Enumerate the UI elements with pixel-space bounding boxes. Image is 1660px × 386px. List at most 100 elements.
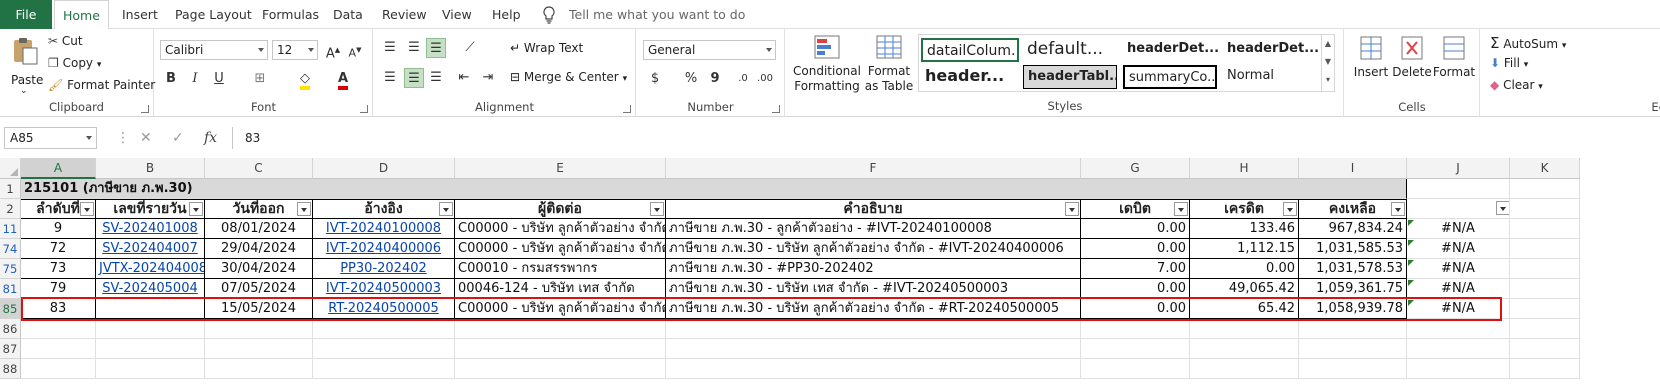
fill-color-icon[interactable]: ◇ <box>295 69 315 90</box>
empty-cell[interactable] <box>666 319 1081 339</box>
header-journal[interactable]: เลขที่รายวัน <box>96 199 205 219</box>
cell-contact[interactable]: C00010 - กรมสรรพากร <box>455 259 666 279</box>
empty-cell[interactable] <box>1510 179 1580 199</box>
wrap-text-button[interactable]: ↵ Wrap Text <box>510 41 583 55</box>
cell-journal[interactable]: SV-202405004 <box>96 279 205 299</box>
format-as-table-button[interactable]: Format as Table <box>862 34 916 104</box>
column-header-c[interactable]: C <box>205 158 313 179</box>
cell-desc[interactable]: ภาษีขาย ภ.พ.30 - #PP30-202402 <box>666 259 1081 279</box>
column-header-g[interactable]: G <box>1081 158 1190 179</box>
paste-button[interactable]: Paste ⌄ <box>8 34 43 104</box>
empty-cell[interactable] <box>1407 319 1510 339</box>
cancel-icon[interactable]: ✕ <box>140 127 152 149</box>
filter-dropdown-icon[interactable] <box>1065 202 1079 216</box>
cell-debit[interactable]: 0.00 <box>1081 279 1190 299</box>
column-header-e[interactable]: E <box>455 158 666 179</box>
empty-cell[interactable] <box>1510 319 1580 339</box>
cell-date[interactable]: 30/04/2024 <box>205 259 313 279</box>
style-summary-column[interactable]: summaryCo... <box>1123 65 1217 89</box>
cell-j[interactable]: #N/A <box>1407 259 1510 279</box>
cell-seq[interactable]: 73 <box>21 259 96 279</box>
empty-cell[interactable] <box>455 319 666 339</box>
font-name-select[interactable]: Calibri <box>160 40 268 60</box>
empty-cell[interactable] <box>1510 279 1580 299</box>
filter-dropdown-icon[interactable] <box>80 202 94 216</box>
cell-date[interactable]: 07/05/2024 <box>205 279 313 299</box>
font-color-icon[interactable]: A <box>333 69 353 90</box>
empty-cell[interactable] <box>1510 199 1580 219</box>
empty-cell[interactable] <box>666 359 1081 379</box>
empty-cell[interactable] <box>1510 359 1580 379</box>
tab-view[interactable]: View <box>434 0 480 29</box>
style-header[interactable]: header... <box>921 65 1019 89</box>
empty-cell[interactable] <box>205 359 313 379</box>
clear-button[interactable]: ◆ Clear ▾ <box>1490 78 1543 92</box>
row-header-74[interactable]: 74 <box>0 239 21 259</box>
column-header-h[interactable]: H <box>1190 158 1299 179</box>
empty-cell[interactable] <box>1299 359 1407 379</box>
cell-credit[interactable]: 1,112.15 <box>1190 239 1299 259</box>
alignment-launcher-icon[interactable] <box>623 105 631 113</box>
bold-button[interactable]: B <box>161 69 181 89</box>
empty-cell[interactable] <box>1190 359 1299 379</box>
empty-cell[interactable] <box>96 319 205 339</box>
cell-journal[interactable]: JVTX-202404008 <box>96 259 205 279</box>
copy-button[interactable]: ❐ Copy ▾ <box>48 56 101 70</box>
increase-decimal-icon[interactable]: .0 <box>733 69 753 89</box>
tell-me-box[interactable]: Tell me what you want to do <box>541 0 745 29</box>
header-balance[interactable]: คงเหลือ <box>1299 199 1407 219</box>
cell-contact[interactable]: C00000 - บริษัท ลูกค้าตัวอย่าง จำกัด <box>455 219 666 239</box>
empty-cell[interactable] <box>1081 359 1190 379</box>
tab-file[interactable]: File <box>0 0 52 29</box>
empty-cell[interactable] <box>205 339 313 359</box>
filter-dropdown-icon[interactable] <box>439 202 453 216</box>
empty-cell[interactable] <box>1510 239 1580 259</box>
cell-credit[interactable]: 0.00 <box>1190 259 1299 279</box>
row-header-75[interactable]: 75 <box>0 259 21 279</box>
style-datail-column[interactable]: datailColum... <box>921 38 1019 62</box>
filter-dropdown-icon[interactable] <box>297 202 311 216</box>
empty-cell[interactable] <box>1407 179 1510 199</box>
empty-cell[interactable] <box>1299 339 1407 359</box>
number-format-select[interactable]: General <box>643 40 776 60</box>
cell-debit[interactable]: 0.00 <box>1081 239 1190 259</box>
cell-desc[interactable]: ภาษีขาย ภ.พ.30 - บริษัท เทส จำกัด - #IVT… <box>666 279 1081 299</box>
name-box[interactable]: A85 <box>4 127 97 149</box>
header-date[interactable]: วันที่ออก <box>205 199 313 219</box>
empty-cell[interactable] <box>205 319 313 339</box>
enter-icon[interactable]: ✓ <box>172 127 184 149</box>
cell-balance[interactable]: 1,031,585.53 <box>1299 239 1407 259</box>
cell-date[interactable]: 08/01/2024 <box>205 219 313 239</box>
empty-cell[interactable] <box>1407 359 1510 379</box>
cell-ref[interactable]: IVT-20240500003 <box>313 279 455 299</box>
column-header-a[interactable]: A <box>21 158 96 179</box>
style-header-detail-1[interactable]: headerDet... <box>1123 38 1221 62</box>
filter-dropdown-icon[interactable] <box>1391 202 1405 216</box>
column-header-d[interactable]: D <box>313 158 455 179</box>
insert-cells-button[interactable]: Insert <box>1351 34 1391 79</box>
orientation-icon[interactable]: ⟋ <box>460 38 480 58</box>
align-top-icon[interactable]: ☰ <box>380 38 400 58</box>
cell-ref[interactable]: PP30-202402 <box>313 259 455 279</box>
borders-icon[interactable]: ⊞ <box>250 69 270 89</box>
percent-button[interactable]: % <box>681 69 701 89</box>
cell-contact[interactable]: C00000 - บริษัท ลูกค้าตัวอย่าง จำกัด <box>455 239 666 259</box>
insert-function-icon[interactable]: fx <box>204 127 217 149</box>
select-all-corner[interactable] <box>0 158 21 179</box>
empty-cell[interactable] <box>1510 219 1580 239</box>
tab-insert[interactable]: Insert <box>114 0 166 29</box>
cell-seq[interactable]: 9 <box>21 219 96 239</box>
currency-button[interactable]: $ <box>645 69 665 89</box>
cell-date[interactable]: 29/04/2024 <box>205 239 313 259</box>
empty-cell[interactable] <box>313 319 455 339</box>
empty-cell[interactable] <box>313 339 455 359</box>
header-debit[interactable]: เดบิต <box>1081 199 1190 219</box>
empty-cell[interactable] <box>1190 339 1299 359</box>
empty-cell[interactable] <box>96 359 205 379</box>
tab-page-layout[interactable]: Page Layout <box>167 0 260 29</box>
header-contact[interactable]: ผู้ติดต่อ <box>455 199 666 219</box>
empty-cell[interactable] <box>21 359 96 379</box>
tab-data[interactable]: Data <box>325 0 371 29</box>
row-header-87[interactable]: 87 <box>0 339 21 359</box>
format-cells-button[interactable]: Format <box>1432 34 1476 79</box>
